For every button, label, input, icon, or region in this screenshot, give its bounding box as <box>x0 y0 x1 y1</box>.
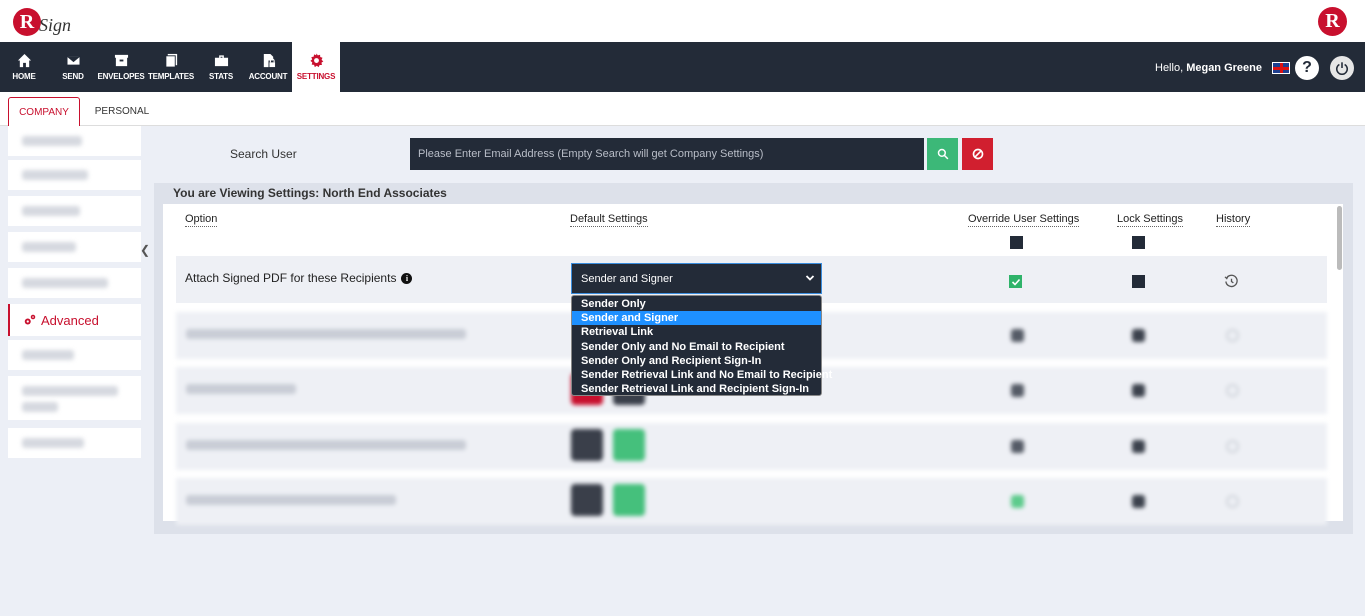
user-greeting: Hello, Megan Greene <box>1155 62 1262 74</box>
logo-letter: R <box>13 8 41 36</box>
option-sender-retrieval-recipient-sign-in[interactable]: Sender Retrieval Link and Recipient Sign… <box>572 382 821 396</box>
lock-all-checkbox[interactable] <box>1132 236 1145 249</box>
nav-account-label: ACCOUNT <box>248 72 288 81</box>
settings-sidebar: Advanced <box>8 126 141 458</box>
option-sender-only[interactable]: Sender Only <box>572 297 821 311</box>
override-all-checkbox[interactable] <box>1010 236 1023 249</box>
attach-pdf-options-list[interactable]: Sender Only Sender and Signer Retrieval … <box>571 295 832 396</box>
greeting-text: Hello, <box>1155 62 1184 74</box>
settings-tabs: COMPANY PERSONAL <box>0 92 1365 126</box>
ban-icon <box>972 148 983 160</box>
nav-stats-label: STATS <box>208 72 234 81</box>
tab-company[interactable]: COMPANY <box>8 97 80 126</box>
sidebar-item-contacts[interactable] <box>8 428 141 458</box>
sidebar-item-advanced-label: Advanced <box>41 312 99 328</box>
sidebar-item-e-disclosure[interactable] <box>8 268 141 298</box>
gears-icon <box>24 314 36 325</box>
rsign-badge-logo: R <box>1318 7 1347 36</box>
sidebar-item-system[interactable] <box>8 232 141 262</box>
option-sender-only-recipient-sign-in[interactable]: Sender Only and Recipient Sign-In <box>572 354 821 368</box>
envelope-icon <box>65 55 81 66</box>
tab-personal[interactable]: PERSONAL <box>86 97 158 126</box>
attach-pdf-label: Attach Signed PDF for these Recipients i <box>185 271 413 285</box>
sidebar-item-advanced[interactable]: Advanced <box>8 304 141 336</box>
user-name[interactable]: Megan Greene <box>1186 62 1262 74</box>
option-retrieval-link[interactable]: Retrieval Link <box>572 325 821 339</box>
help-button[interactable]: ? <box>1295 56 1319 80</box>
sidebar-item-external-integrations[interactable] <box>8 376 141 420</box>
column-default-settings: Default Settings <box>570 213 648 227</box>
option-sender-and-signer[interactable]: Sender and Signer <box>572 311 821 326</box>
file-lock-icon <box>263 53 275 68</box>
sidebar-item-sending[interactable] <box>8 126 141 156</box>
documents-icon <box>164 53 177 68</box>
logo-text: Sign <box>39 14 72 35</box>
briefcase-icon <box>214 55 228 67</box>
nav-stats[interactable]: STATS <box>204 42 238 92</box>
search-user-label: Search User <box>230 147 297 161</box>
chevron-down-icon <box>805 275 815 281</box>
blurred-settings-row <box>176 478 1327 525</box>
nav-send[interactable]: SEND <box>56 42 90 92</box>
home-icon <box>17 53 31 68</box>
clear-search-button[interactable] <box>962 138 993 170</box>
search-button[interactable] <box>927 138 958 170</box>
history-icon[interactable] <box>1224 274 1239 289</box>
nav-templates-label: TEMPLATES <box>147 72 195 81</box>
logout-button[interactable] <box>1330 56 1354 80</box>
search-email-input[interactable] <box>410 138 924 170</box>
viewing-settings-title: You are Viewing Settings: North End Asso… <box>173 186 447 200</box>
attach-pdf-select[interactable]: Sender and Signer <box>571 263 822 294</box>
gear-icon <box>309 53 323 68</box>
nav-settings[interactable]: SETTINGS <box>292 42 340 92</box>
column-history: History <box>1216 213 1251 227</box>
attach-pdf-text: Attach Signed PDF for these Recipients <box>185 271 397 285</box>
nav-send-label: SEND <box>62 72 84 81</box>
uk-flag-icon[interactable] <box>1272 62 1290 74</box>
check-icon <box>1011 278 1020 286</box>
blurred-settings-row <box>176 423 1327 470</box>
rsign-logo[interactable]: R Sign <box>13 6 71 38</box>
nav-home-label: HOME <box>12 72 36 81</box>
attach-pdf-selected-value: Sender and Signer <box>581 272 673 285</box>
nav-envelopes[interactable]: ENVELOPES <box>97 42 145 92</box>
collapse-sidebar-icon[interactable]: ❮ <box>140 243 150 257</box>
search-icon <box>937 148 948 160</box>
column-option: Option <box>185 213 218 227</box>
sidebar-item-storage[interactable] <box>8 196 141 226</box>
table-scrollbar[interactable] <box>1337 206 1342 270</box>
sidebar-item-privacy[interactable] <box>8 340 141 370</box>
nav-account[interactable]: ACCOUNT <box>247 42 289 92</box>
override-user-settings-checkbox[interactable] <box>1009 275 1022 288</box>
nav-home[interactable]: HOME <box>6 42 42 92</box>
lock-settings-checkbox[interactable] <box>1132 275 1145 288</box>
sidebar-item-template[interactable] <box>8 160 141 190</box>
column-override-user-settings: Override User Settings <box>968 213 1080 227</box>
column-lock-settings: Lock Settings <box>1117 213 1184 227</box>
info-icon[interactable]: i <box>401 272 413 284</box>
nav-settings-label: SETTINGS <box>296 72 336 81</box>
nav-templates[interactable]: TEMPLATES <box>148 42 194 92</box>
brand-bar: R Sign R <box>0 0 1365 42</box>
power-icon <box>1335 62 1349 75</box>
nav-envelopes-label: ENVELOPES <box>97 72 145 81</box>
option-sender-retrieval-no-email[interactable]: Sender Retrieval Link and No Email to Re… <box>572 368 832 382</box>
option-sender-only-no-email[interactable]: Sender Only and No Email to Recipient <box>572 340 821 354</box>
inbox-icon <box>114 54 128 67</box>
